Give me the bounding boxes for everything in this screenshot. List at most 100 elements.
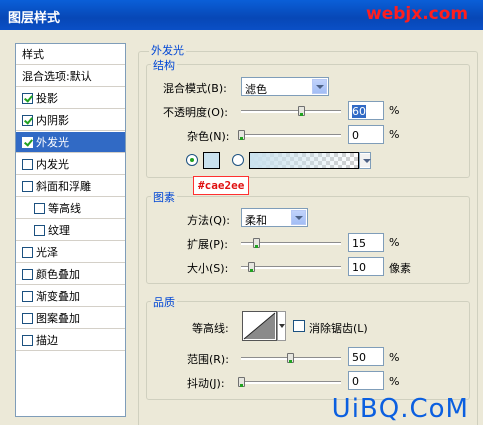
sidebar-item-label: 描边 — [36, 334, 58, 347]
blend-mode-value: 滤色 — [245, 83, 267, 96]
solid-color-radio[interactable] — [186, 154, 198, 166]
sidebar-item-bevel-emboss[interactable]: 斜面和浮雕 — [16, 176, 125, 197]
gradient-overlay-checkbox[interactable] — [22, 290, 33, 302]
range-slider-handle[interactable] — [287, 353, 294, 363]
panel-title: 外发光 — [149, 42, 186, 58]
chevron-down-icon[interactable] — [312, 79, 327, 94]
size-unit: 像素 — [389, 262, 411, 275]
opacity-unit: % — [389, 104, 400, 117]
contour-dropdown[interactable] — [277, 311, 286, 341]
sidebar-item-label: 内阴影 — [36, 114, 69, 127]
window-title: 图层样式 — [8, 11, 61, 26]
bevel-emboss-checkbox[interactable] — [22, 180, 33, 192]
size-slider[interactable] — [241, 266, 341, 269]
opacity-value: 60 — [352, 105, 366, 118]
elements-label: 图素 — [151, 189, 177, 205]
technique-select[interactable]: 柔和 — [241, 208, 308, 227]
size-input[interactable]: 10 — [348, 257, 384, 276]
inner-glow-checkbox[interactable] — [22, 158, 33, 170]
satin-checkbox[interactable] — [22, 246, 33, 258]
quality-label: 品质 — [151, 294, 177, 310]
sidebar-item-label: 样式 — [22, 48, 44, 61]
jitter-slider-handle[interactable] — [238, 377, 245, 387]
technique-value: 柔和 — [245, 214, 267, 227]
sidebar-item-stroke[interactable]: 描边 — [16, 330, 125, 351]
sidebar-item-drop-shadow[interactable]: 投影 — [16, 88, 125, 109]
opacity-slider-handle[interactable] — [298, 106, 305, 116]
spread-slider-handle[interactable] — [253, 238, 260, 248]
noise-slider[interactable] — [241, 134, 341, 137]
sidebar-item-label: 投影 — [36, 92, 58, 105]
blend-mode-label: 混合模式(B): — [163, 82, 227, 95]
pattern-overlay-checkbox[interactable] — [22, 312, 33, 324]
size-label: 大小(S): — [187, 262, 229, 275]
noise-input[interactable]: 0 — [348, 125, 384, 144]
antialias-label: 消除锯齿(L) — [309, 322, 368, 335]
spread-unit: % — [389, 236, 400, 249]
contour-checkbox[interactable] — [34, 202, 45, 214]
sidebar-item-label: 图案叠加 — [36, 312, 80, 325]
title-bar: 图层样式 webjx.com — [0, 0, 483, 30]
glow-gradient-picker[interactable] — [249, 152, 359, 169]
range-label: 范围(R): — [187, 353, 229, 366]
antialias-checkbox[interactable] — [293, 320, 305, 332]
range-value: 50 — [352, 351, 366, 364]
structure-label: 结构 — [151, 57, 177, 73]
jitter-slider[interactable] — [241, 381, 341, 384]
sidebar-item-label: 等高线 — [48, 202, 81, 215]
noise-unit: % — [389, 128, 400, 141]
blend-mode-select[interactable]: 滤色 — [241, 77, 329, 96]
contour-curve-icon — [243, 312, 276, 340]
sidebar-item-label: 内发光 — [36, 158, 69, 171]
technique-label: 方法(Q): — [187, 214, 230, 227]
color-overlay-checkbox[interactable] — [22, 268, 33, 280]
opacity-slider[interactable] — [241, 110, 341, 113]
glow-color-swatch[interactable] — [203, 152, 220, 169]
jitter-value: 0 — [352, 375, 359, 388]
sidebar-item-label: 混合选项:默认 — [22, 70, 92, 83]
noise-slider-handle[interactable] — [238, 130, 245, 140]
gradient-radio[interactable] — [232, 154, 244, 166]
chevron-down-icon[interactable] — [360, 154, 371, 167]
chevron-down-icon[interactable] — [291, 210, 306, 225]
contour-label: 等高线: — [192, 322, 229, 335]
sidebar-item-label: 斜面和浮雕 — [36, 180, 91, 193]
sidebar-item-label: 纹理 — [48, 224, 70, 237]
sidebar-item-blending-options[interactable]: 混合选项:默认 — [16, 66, 125, 87]
drop-shadow-checkbox[interactable] — [22, 92, 33, 104]
sidebar-item-label: 渐变叠加 — [36, 290, 80, 303]
texture-checkbox[interactable] — [34, 224, 45, 236]
outer-glow-checkbox[interactable] — [22, 136, 33, 148]
gradient-dropdown[interactable] — [359, 152, 371, 169]
range-input[interactable]: 50 — [348, 347, 384, 366]
inner-shadow-checkbox[interactable] — [22, 114, 33, 126]
noise-label: 杂色(N): — [187, 130, 230, 143]
jitter-unit: % — [389, 375, 400, 388]
sidebar-item-gradient-overlay[interactable]: 渐变叠加 — [16, 286, 125, 307]
sidebar-item-pattern-overlay[interactable]: 图案叠加 — [16, 308, 125, 329]
range-unit: % — [389, 351, 400, 364]
contour-picker[interactable] — [242, 311, 277, 341]
stroke-checkbox[interactable] — [22, 334, 33, 346]
sidebar-item-contour[interactable]: 等高线 — [16, 198, 125, 219]
color-tooltip: #cae2ee — [193, 176, 250, 195]
opacity-input[interactable]: 60 — [348, 101, 384, 120]
sidebar-item-inner-glow[interactable]: 内发光 — [16, 154, 125, 175]
sidebar-item-outer-glow[interactable]: 外发光 — [16, 132, 125, 153]
sidebar-item-label: 光泽 — [36, 246, 58, 259]
sidebar-item-satin[interactable]: 光泽 — [16, 242, 125, 263]
size-slider-handle[interactable] — [248, 262, 255, 272]
sidebar-item-color-overlay[interactable]: 颜色叠加 — [16, 264, 125, 285]
site-logo: UiBQ.CoM — [331, 394, 469, 424]
sidebar-item-texture[interactable]: 纹理 — [16, 220, 125, 241]
jitter-label: 抖动(J): — [187, 377, 225, 390]
jitter-input[interactable]: 0 — [348, 371, 384, 390]
sidebar-item-inner-shadow[interactable]: 内阴影 — [16, 110, 125, 131]
sidebar-item-label: 颜色叠加 — [36, 268, 80, 281]
spread-input[interactable]: 15 — [348, 233, 384, 252]
spread-label: 扩展(P): — [187, 238, 228, 251]
noise-value: 0 — [352, 129, 359, 142]
watermark-text: webjx.com — [366, 4, 469, 24]
style-list: 样式 混合选项:默认 投影 内阴影 外发光 内发光 斜面和浮雕 等高线 纹理 光… — [15, 43, 126, 417]
sidebar-item-styles[interactable]: 样式 — [16, 44, 125, 65]
